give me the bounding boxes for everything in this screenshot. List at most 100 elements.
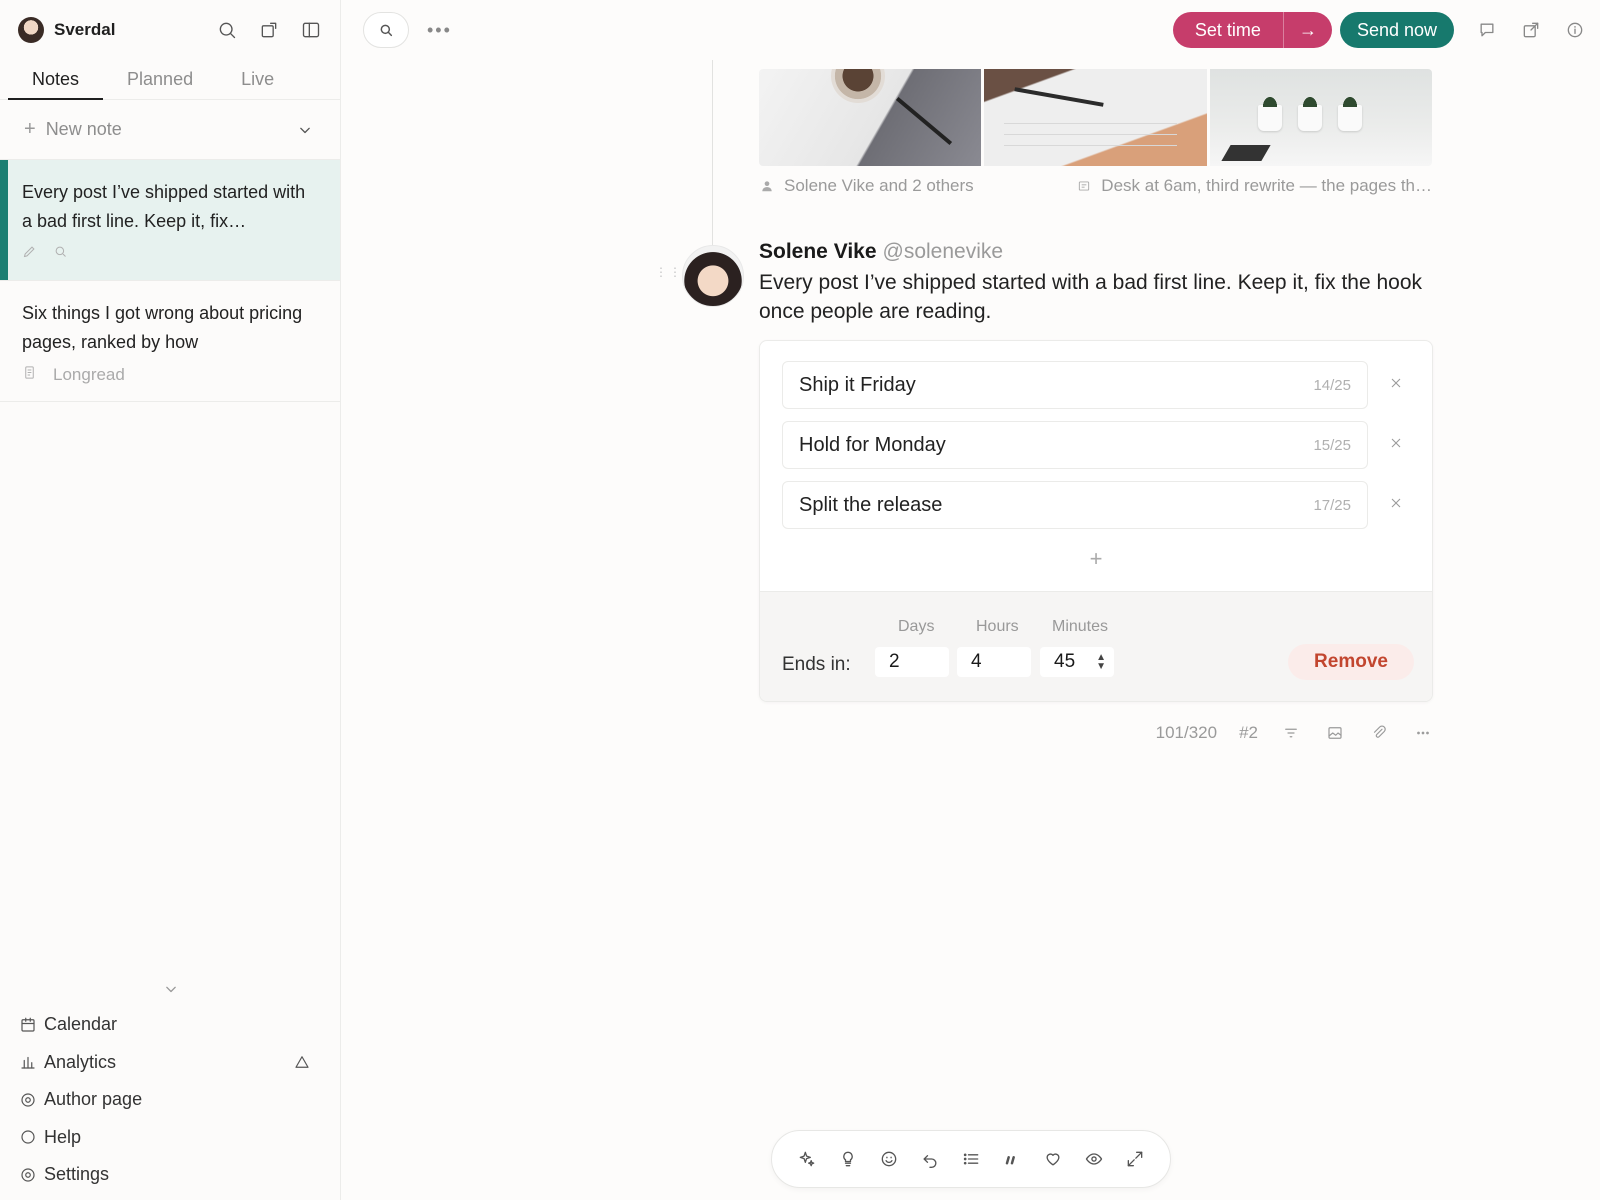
- sidebar-item-analytics[interactable]: Analytics: [18, 1044, 318, 1082]
- minutes-input[interactable]: 45 ▲ ▼: [1040, 647, 1114, 677]
- minutes-value: 45: [1054, 651, 1076, 672]
- search-icon[interactable]: [216, 19, 238, 41]
- caption-icon: [1079, 181, 1090, 191]
- sidebar-item-calendar[interactable]: Calendar: [18, 1006, 318, 1044]
- arrow-right-icon[interactable]: →: [1284, 12, 1332, 48]
- set-time-split-button: Set time →: [1172, 12, 1332, 48]
- info-icon[interactable]: [1564, 19, 1586, 41]
- pencil-icon: [22, 244, 37, 264]
- hours-input[interactable]: 4: [957, 647, 1031, 677]
- poll-option-input[interactable]: Split the release 17/25: [782, 481, 1368, 529]
- tab-live[interactable]: Live: [217, 60, 298, 99]
- more-icon[interactable]: •••: [427, 20, 452, 41]
- thread-connector: [712, 60, 713, 245]
- chevron-down-icon[interactable]: [294, 119, 316, 141]
- search-button[interactable]: [363, 12, 409, 48]
- send-now-button[interactable]: Send now: [1339, 12, 1454, 48]
- poll-option-row: Split the release 17/25: [782, 481, 1412, 529]
- sidebar-item-label: Calendar: [44, 1014, 118, 1035]
- workspace-avatar[interactable]: [18, 17, 44, 43]
- warning-triangle-icon: [292, 1051, 312, 1073]
- ends-in-label: Ends in:: [782, 654, 851, 675]
- undo-icon[interactable]: [919, 1148, 941, 1170]
- poll-option-input[interactable]: Ship it Friday 14/25: [782, 361, 1368, 409]
- minutes-label: Minutes: [1052, 618, 1109, 635]
- circle-icon: [18, 1126, 38, 1148]
- close-icon[interactable]: [1388, 435, 1404, 456]
- sidebar-item-settings[interactable]: Settings: [18, 1156, 318, 1194]
- author-name: Solene Vike: [759, 240, 877, 263]
- workspace-name[interactable]: Sverdal: [54, 20, 216, 40]
- image-icon[interactable]: [1324, 722, 1346, 744]
- note-item[interactable]: Six things I got wrong about pricing pag…: [0, 281, 340, 402]
- more-icon[interactable]: [1412, 722, 1434, 744]
- poll-option-text: Hold for Monday: [799, 433, 946, 456]
- note-text: Every post I’ve shipped started with a b…: [22, 182, 306, 231]
- person-icon: [762, 181, 772, 192]
- note-tag: Longread: [53, 365, 125, 384]
- gallery-image[interactable]: [759, 69, 982, 166]
- lightbulb-icon[interactable]: [837, 1148, 859, 1170]
- attachment-icon[interactable]: [1368, 722, 1390, 744]
- gear-icon: [18, 1164, 38, 1186]
- external-link-icon[interactable]: [1520, 19, 1542, 41]
- gallery-image[interactable]: [1209, 69, 1432, 166]
- sparkle-icon[interactable]: [796, 1148, 818, 1170]
- set-time-button[interactable]: Set time: [1173, 12, 1284, 48]
- quote-icon[interactable]: [1001, 1148, 1023, 1170]
- poll-option-row: Ship it Friday 14/25: [782, 361, 1412, 409]
- post-toolbar: 101/320 #2: [1150, 718, 1434, 748]
- filter-icon[interactable]: [1280, 722, 1302, 744]
- image-gallery[interactable]: [759, 69, 1432, 166]
- sidebar-tabs: Notes Planned Live: [0, 60, 340, 100]
- image-caption: Solene Vike and 2 others Desk at 6am, th…: [760, 176, 1432, 196]
- new-note-button[interactable]: + New note: [0, 100, 340, 160]
- tagged-people[interactable]: Solene Vike and 2 others: [760, 176, 974, 196]
- emoji-icon[interactable]: [878, 1148, 900, 1170]
- days-input[interactable]: 2: [875, 647, 949, 677]
- post-index: #2: [1239, 723, 1258, 742]
- add-option-button[interactable]: +: [760, 546, 1432, 572]
- sidebar-item-label: Help: [44, 1126, 82, 1147]
- comment-icon[interactable]: [1476, 19, 1498, 41]
- sidebar-item-author-page[interactable]: Author page: [18, 1081, 318, 1119]
- remove-poll-button[interactable]: Remove: [1288, 644, 1414, 680]
- character-count: 101/320: [1155, 723, 1218, 742]
- sidebar-item-help[interactable]: Help: [18, 1119, 318, 1157]
- drag-handle-icon[interactable]: ⋮⋮: [655, 266, 683, 278]
- sidebar-nav: Calendar Analytics Author page Help Sett…: [18, 1006, 318, 1194]
- eye-icon[interactable]: [1083, 1148, 1105, 1170]
- list-icon[interactable]: [960, 1148, 982, 1170]
- alt-text[interactable]: Desk at 6am, third rewrite — the pages t…: [1077, 176, 1432, 196]
- post-author: Solene Vike @solenevike: [759, 240, 1003, 264]
- avatar: [682, 245, 744, 307]
- compose-icon[interactable]: [258, 19, 280, 41]
- target-icon: [18, 1089, 38, 1111]
- sidebar-header: Sverdal: [0, 0, 340, 60]
- expand-icon[interactable]: [1124, 1148, 1146, 1170]
- tagged-people-text: Solene Vike and 2 others: [784, 176, 974, 195]
- poll-option-row: Hold for Monday 15/25: [782, 421, 1412, 469]
- gallery-image[interactable]: [984, 69, 1207, 166]
- new-note-label: New note: [45, 119, 122, 139]
- calendar-icon: [18, 1014, 38, 1036]
- alt-text-value: Desk at 6am, third rewrite — the pages t…: [1101, 176, 1432, 195]
- stepper-icon[interactable]: ▲ ▼: [1096, 653, 1106, 672]
- chevron-down-icon[interactable]: [160, 978, 182, 1000]
- search-icon: [53, 244, 68, 264]
- sidebar: Sverdal Notes Planned Live + New note Ev…: [0, 0, 341, 1200]
- poll-option-input[interactable]: Hold for Monday 15/25: [782, 421, 1368, 469]
- note-text: Six things I got wrong about pricing pag…: [22, 303, 303, 352]
- post-body[interactable]: Every post I’ve shipped started with a b…: [759, 268, 1439, 326]
- sidebar-toggle-icon[interactable]: [300, 19, 322, 41]
- poll-option-text: Split the release: [799, 493, 943, 516]
- tab-planned[interactable]: Planned: [103, 60, 217, 99]
- tab-notes[interactable]: Notes: [8, 60, 104, 100]
- note-item-active[interactable]: Every post I’ve shipped started with a b…: [0, 160, 340, 281]
- plus-icon: +: [24, 118, 36, 140]
- poll-option-text: Ship it Friday: [799, 373, 916, 396]
- close-icon[interactable]: [1388, 495, 1404, 516]
- heart-icon[interactable]: [1042, 1148, 1064, 1170]
- poll-duration: Days Hours Minutes Ends in: 2 4 45 ▲ ▼ Re…: [760, 591, 1432, 701]
- close-icon[interactable]: [1388, 375, 1404, 396]
